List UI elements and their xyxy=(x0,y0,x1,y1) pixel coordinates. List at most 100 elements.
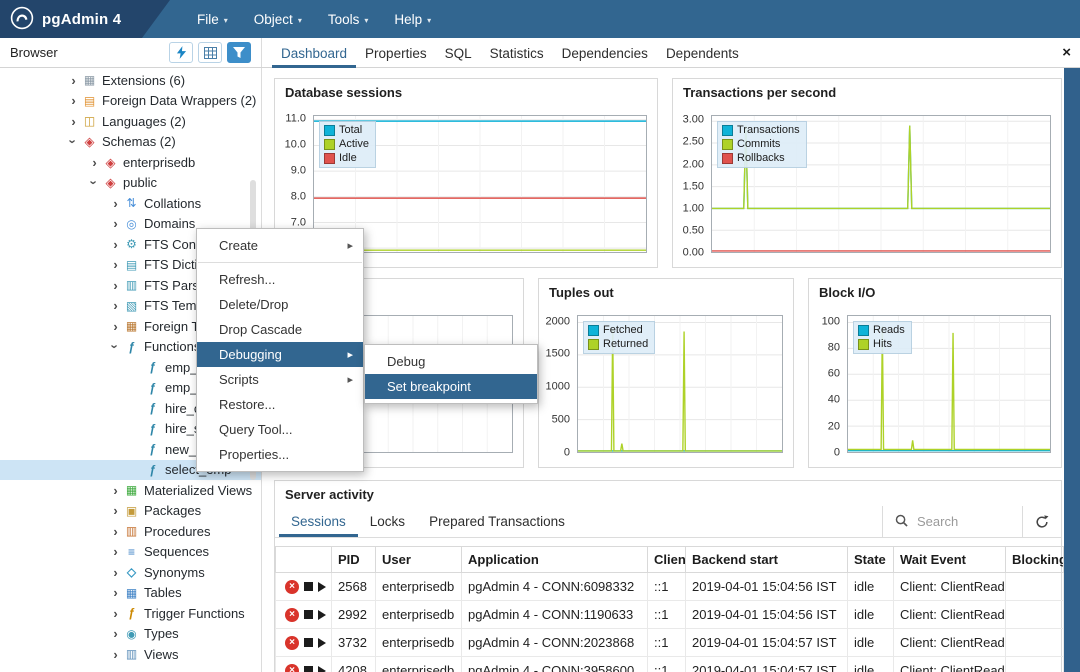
chevron-right-icon[interactable] xyxy=(66,74,81,87)
chevron-down-icon[interactable] xyxy=(87,176,102,189)
tree-item-label: Functions xyxy=(144,339,200,354)
legend-item-commits: Commits xyxy=(722,138,800,150)
chevron-down-icon[interactable] xyxy=(108,340,123,353)
submenu-item-set-breakpoint[interactable]: Set breakpoint xyxy=(365,374,537,399)
chevron-right-icon[interactable] xyxy=(87,156,102,169)
query-tool-icon[interactable] xyxy=(169,42,193,63)
chevron-right-icon[interactable] xyxy=(108,586,123,599)
fts-dictionary-icon xyxy=(123,259,140,271)
expand-row-icon[interactable] xyxy=(318,582,326,592)
chevron-right-icon[interactable] xyxy=(108,299,123,312)
cancel-session-icon[interactable] xyxy=(285,580,299,594)
tree-item-tables[interactable]: Tables xyxy=(0,583,261,604)
filter-icon[interactable] xyxy=(227,42,251,63)
chevron-right-icon[interactable] xyxy=(108,566,123,579)
legend-label: Reads xyxy=(873,324,905,336)
cancel-session-icon[interactable] xyxy=(285,664,299,672)
chevron-right-icon[interactable] xyxy=(108,320,123,333)
chart-y-axis: 100806040200 xyxy=(809,315,847,453)
menu-tools[interactable]: Tools▾ xyxy=(315,0,382,38)
context-menu-item-query-tool[interactable]: Query Tool... xyxy=(197,417,363,442)
context-menu-item-create[interactable]: Create xyxy=(197,233,363,258)
refresh-icon[interactable] xyxy=(1022,506,1061,537)
context-menu-item-refresh[interactable]: Refresh... xyxy=(197,267,363,292)
terminate-session-icon[interactable] xyxy=(304,610,313,619)
menu-object[interactable]: Object▾ xyxy=(241,0,315,38)
cancel-session-icon[interactable] xyxy=(285,608,299,622)
terminate-session-icon[interactable] xyxy=(304,582,313,591)
tree-item-packages[interactable]: Packages xyxy=(0,501,261,522)
chevron-right-icon[interactable] xyxy=(66,115,81,128)
chevron-right-icon[interactable] xyxy=(108,197,123,210)
chart-legend: TransactionsCommitsRollbacks xyxy=(717,121,807,168)
table-row[interactable]: 4208enterprisedbpgAdmin 4 - CONN:3958600… xyxy=(276,657,1064,672)
context-menu-item-delete-drop[interactable]: Delete/Drop xyxy=(197,292,363,317)
expand-row-icon[interactable] xyxy=(318,610,326,620)
chevron-right-icon[interactable] xyxy=(108,258,123,271)
cancel-session-icon[interactable] xyxy=(285,636,299,650)
tree-item-collations[interactable]: Collations xyxy=(0,193,261,214)
tree-item-views[interactable]: Views xyxy=(0,644,261,665)
submenu-item-debug[interactable]: Debug xyxy=(365,349,537,374)
close-panel-icon[interactable]: × xyxy=(1062,45,1071,60)
table-row[interactable]: 2568enterprisedbpgAdmin 4 - CONN:6098332… xyxy=(276,573,1064,601)
activity-tab-locks[interactable]: Locks xyxy=(358,506,417,537)
tab-sql[interactable]: SQL xyxy=(436,38,481,68)
tree-item-trigger-functions[interactable]: Trigger Functions xyxy=(0,603,261,624)
tree-item-languages-2[interactable]: Languages (2) xyxy=(0,111,261,132)
menu-file[interactable]: File▾ xyxy=(184,0,241,38)
menu-separator xyxy=(198,262,362,263)
tree-item-types[interactable]: Types xyxy=(0,624,261,645)
chevron-right-icon[interactable] xyxy=(108,238,123,251)
terminate-session-icon[interactable] xyxy=(304,638,313,647)
context-menu-item-drop-cascade[interactable]: Drop Cascade xyxy=(197,317,363,342)
chevron-right-icon[interactable] xyxy=(108,607,123,620)
activity-tab-sessions[interactable]: Sessions xyxy=(279,506,358,537)
chevron-right-icon[interactable] xyxy=(108,217,123,230)
legend-label: Rollbacks xyxy=(737,152,785,164)
table-row[interactable]: 2992enterprisedbpgAdmin 4 - CONN:1190633… xyxy=(276,601,1064,629)
expand-row-icon[interactable] xyxy=(318,666,326,672)
tree-item-schemas-2[interactable]: Schemas (2) xyxy=(0,132,261,153)
context-menu-item-properties[interactable]: Properties... xyxy=(197,442,363,467)
context-menu-item-debugging[interactable]: Debugging xyxy=(197,342,363,367)
tree-item-sequences[interactable]: Sequences xyxy=(0,542,261,563)
expand-row-icon[interactable] xyxy=(318,638,326,648)
menu-help[interactable]: Help▾ xyxy=(381,0,444,38)
pgadmin-logo-icon xyxy=(10,6,34,33)
y-tick-label: 3.00 xyxy=(683,114,704,126)
chevron-down-icon[interactable] xyxy=(66,135,81,148)
tree-item-extensions-6[interactable]: Extensions (6) xyxy=(0,70,261,91)
session-search-input[interactable] xyxy=(917,514,1013,529)
activity-tab-prepared-transactions[interactable]: Prepared Transactions xyxy=(417,506,577,537)
view-data-icon[interactable] xyxy=(198,42,222,63)
chevron-right-icon[interactable] xyxy=(108,484,123,497)
chart-panel-block-io: Block I/O100806040200ReadsHits xyxy=(808,278,1062,468)
tab-dependents[interactable]: Dependents xyxy=(657,38,748,68)
chevron-right-icon[interactable] xyxy=(66,94,81,107)
tree-item-materialized-views[interactable]: Materialized Views xyxy=(0,480,261,501)
chevron-right-icon[interactable] xyxy=(108,525,123,538)
chevron-right-icon[interactable] xyxy=(108,545,123,558)
context-menu-item-scripts[interactable]: Scripts xyxy=(197,367,363,392)
tab-dependencies[interactable]: Dependencies xyxy=(553,38,657,68)
tree-item-procedures[interactable]: Procedures xyxy=(0,521,261,542)
tree-item-public[interactable]: public xyxy=(0,173,261,194)
server-activity-tabbar: SessionsLocksPrepared Transactions xyxy=(275,506,1061,538)
tree-item-foreign-data-wrappers-2[interactable]: Foreign Data Wrappers (2) xyxy=(0,91,261,112)
column-header-wait-event: Wait Event xyxy=(894,547,1006,573)
terminate-session-icon[interactable] xyxy=(304,666,313,672)
chevron-right-icon[interactable] xyxy=(108,648,123,661)
legend-item-total: Total xyxy=(324,124,369,136)
context-menu-item-restore[interactable]: Restore... xyxy=(197,392,363,417)
chevron-right-icon[interactable] xyxy=(108,504,123,517)
tab-properties[interactable]: Properties xyxy=(356,38,436,68)
chevron-right-icon[interactable] xyxy=(108,627,123,640)
tree-item-enterprisedb[interactable]: enterprisedb xyxy=(0,152,261,173)
tab-statistics[interactable]: Statistics xyxy=(481,38,553,68)
tab-dashboard[interactable]: Dashboard xyxy=(272,38,356,68)
search-icon[interactable] xyxy=(895,514,908,530)
table-row[interactable]: 3732enterprisedbpgAdmin 4 - CONN:2023868… xyxy=(276,629,1064,657)
tree-item-synonyms[interactable]: Synonyms xyxy=(0,562,261,583)
chevron-right-icon[interactable] xyxy=(108,279,123,292)
